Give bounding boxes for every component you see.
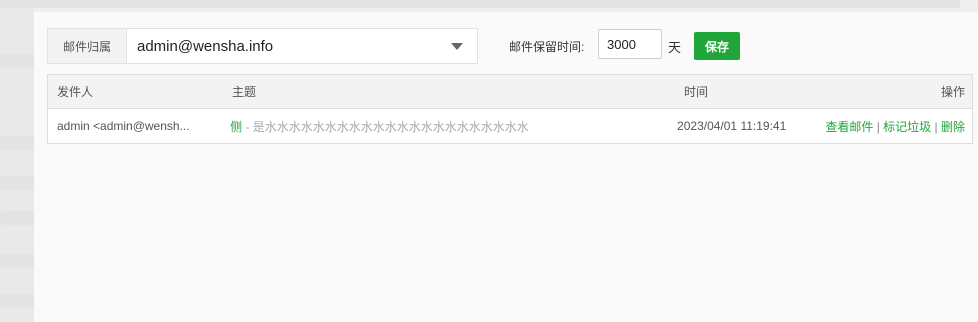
mail-owner-label: 邮件归属 <box>48 29 127 63</box>
header-time: 时间 <box>684 85 709 99</box>
background-text-line <box>0 0 960 8</box>
header-ops: 操作 <box>940 85 965 99</box>
row-ops: 查看邮件 | 标记垃圾 | 删除 <box>825 118 972 135</box>
save-button[interactable]: 保存 <box>694 32 740 60</box>
mail-owner-select[interactable]: 邮件归属 admin@wensha.info <box>47 28 478 64</box>
header-sender: 发件人 <box>57 85 94 99</box>
row-subject[interactable]: 侧 - 是水水水水水水水水水水水水水水水水水水水水水水 <box>220 118 667 135</box>
row-time: 2023/04/01 11:19:41 <box>677 119 787 133</box>
ops-separator: | <box>876 119 880 134</box>
table-header: 发件人 主题 时间 操作 <box>48 75 972 109</box>
row-subject-rest: - 是水水水水水水水水水水水水水水水水水水水水水水 <box>242 119 529 134</box>
retention-unit: 天 <box>668 40 682 55</box>
mail-toolbar: 邮件归属 admin@wensha.info 邮件保留时间: 天 保存 <box>47 28 967 64</box>
view-mail-link[interactable]: 查看邮件 <box>825 120 873 134</box>
mark-spam-link[interactable]: 标记垃圾 <box>883 120 931 134</box>
mail-panel: 邮件归属 admin@wensha.info 邮件保留时间: 天 保存 发件人 … <box>34 12 978 322</box>
mail-owner-value[interactable]: admin@wensha.info <box>127 38 451 55</box>
background-sidebar <box>0 0 34 322</box>
retention-input[interactable] <box>598 29 662 59</box>
chevron-down-icon[interactable] <box>451 42 463 50</box>
header-subject: 主题 <box>232 85 257 99</box>
table-row[interactable]: admin <admin@wensh... 侧 - 是水水水水水水水水水水水水水… <box>48 109 972 143</box>
row-subject-prefix: 侧 <box>230 119 243 134</box>
mail-table: 发件人 主题 时间 操作 admin <admin@wensh... 侧 - 是… <box>47 74 973 144</box>
delete-link[interactable]: 删除 <box>941 120 965 134</box>
retention-label: 邮件保留时间: <box>509 40 585 54</box>
ops-separator: | <box>934 119 938 134</box>
row-sender: admin <admin@wensh... <box>57 119 190 133</box>
